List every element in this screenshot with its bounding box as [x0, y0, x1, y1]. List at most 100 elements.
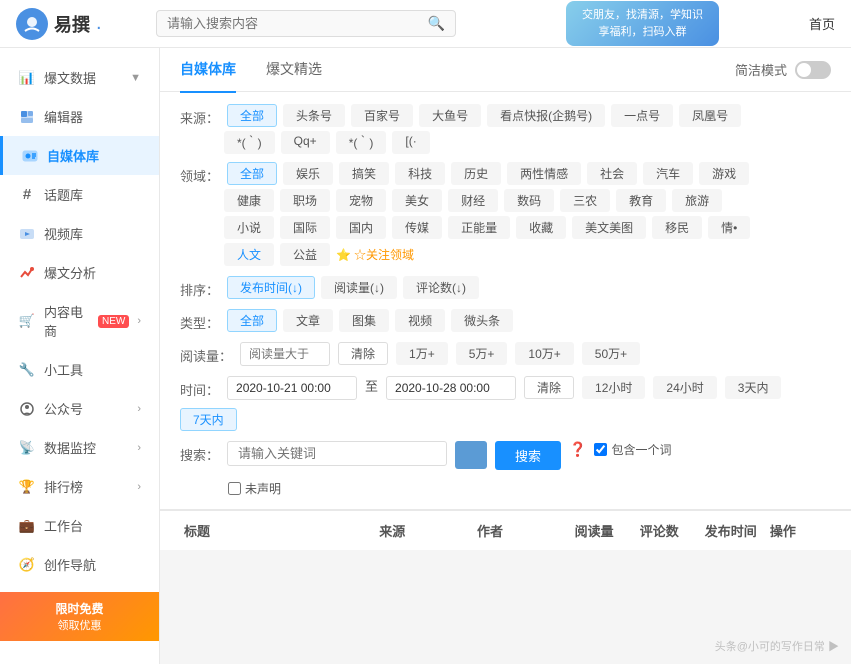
domain-tag-shuma[interactable]: 数码: [504, 189, 554, 212]
read-opt-10w[interactable]: 10万+: [515, 342, 573, 365]
include-one-label[interactable]: 包含一个词: [594, 441, 671, 458]
tab-baowenjingxuan[interactable]: 爆文精选: [266, 48, 322, 93]
content-area: 自媒体库 爆文精选 简洁模式 来源： 全部 头条号 百家号 大鱼号 看点快报(企…: [160, 48, 851, 664]
sidebar-item-label: 公众号: [44, 399, 83, 418]
sidebar-item-neirong[interactable]: 🛒 内容电商 NEW ›: [0, 292, 159, 350]
keyword-input[interactable]: [227, 441, 447, 466]
sidebar-item-baowenfenxi[interactable]: 爆文分析: [0, 253, 159, 292]
type-tag-shipin[interactable]: 视频: [395, 309, 445, 332]
time-start-input[interactable]: [227, 376, 357, 400]
domain-tag-jiankang[interactable]: 健康: [224, 189, 274, 212]
source-tag-kandian[interactable]: 看点快报(企鹅号): [487, 104, 605, 127]
sidebar-item-zimeiti[interactable]: 自媒体库: [0, 136, 159, 175]
domain-tag-lvyou[interactable]: 旅游: [672, 189, 722, 212]
source-tag-extra1[interactable]: *(｀): [224, 131, 275, 154]
domain-tag-gongyi[interactable]: 公益: [280, 243, 330, 266]
header-search-bar[interactable]: 🔍: [156, 10, 456, 37]
header-nav-home[interactable]: 首页: [809, 14, 835, 33]
domain-tag-shehui[interactable]: 社会: [587, 162, 637, 185]
time-opt-24h[interactable]: 24小时: [653, 376, 716, 399]
domain-tag-keji[interactable]: 科技: [395, 162, 445, 185]
domain-tag-qing[interactable]: 情•: [708, 216, 750, 239]
sort-tag-read[interactable]: 阅读量(↓): [321, 276, 397, 299]
source-tag-all[interactable]: 全部: [227, 104, 277, 127]
attent-link[interactable]: ⭐ ☆关注领域: [336, 243, 414, 266]
domain-tag-qiche[interactable]: 汽车: [643, 162, 693, 185]
domain-tag-caijing[interactable]: 财经: [448, 189, 498, 212]
read-opt-1w[interactable]: 1万+: [396, 342, 448, 365]
source-tag-fenghuanghao[interactable]: 凤凰号: [679, 104, 741, 127]
domain-tag-jiaoyu[interactable]: 教育: [616, 189, 666, 212]
time-opt-7d[interactable]: 7天内: [180, 408, 237, 431]
type-tag-weitoutiao[interactable]: 微头条: [451, 309, 513, 332]
source-tag-qq[interactable]: Qq+: [281, 131, 330, 154]
domain-tag-xiaoshuo[interactable]: 小说: [224, 216, 274, 239]
header-search-input[interactable]: [167, 16, 428, 31]
sidebar-item-baowendata[interactable]: 📊 爆文数据 ▼: [0, 58, 159, 97]
domain-tag-renwen[interactable]: 人文: [224, 243, 274, 266]
domain-tag-yimin[interactable]: 移民: [652, 216, 702, 239]
domain-tag-guoji[interactable]: 国际: [280, 216, 330, 239]
sidebar-item-gongzhonghao[interactable]: 公众号 ›: [0, 389, 159, 428]
type-tag-wenzhang[interactable]: 文章: [283, 309, 333, 332]
time-opt-12h[interactable]: 12小时: [582, 376, 645, 399]
sidebar-item-shujujiankong[interactable]: 📡 数据监控 ›: [0, 428, 159, 467]
domain-tag-chongwu[interactable]: 宠物: [336, 189, 386, 212]
help-icon[interactable]: ❓: [569, 441, 586, 458]
read-input[interactable]: [240, 342, 330, 366]
toggle-switch[interactable]: [795, 61, 831, 79]
domain-tag-gaoxiao[interactable]: 搞笑: [339, 162, 389, 185]
source-tag-extra3[interactable]: [(·: [392, 131, 429, 154]
source-tag-baijiahao[interactable]: 百家号: [351, 104, 413, 127]
domain-tag-meiwen[interactable]: 美文美图: [572, 216, 646, 239]
domain-tag-lianxing[interactable]: 两性情感: [507, 162, 581, 185]
domain-tag-shoucang[interactable]: 收藏: [516, 216, 566, 239]
read-opt-5w[interactable]: 5万+: [456, 342, 508, 365]
time-opt-3d[interactable]: 3天内: [725, 376, 782, 399]
domain-label: 领域：: [180, 166, 219, 185]
source-tag-toutiao[interactable]: 头条号: [283, 104, 345, 127]
gongzhonghao-icon: [18, 400, 36, 418]
sidebar-item-huatiku[interactable]: # 话题库: [0, 175, 159, 214]
domain-tag-yule[interactable]: 娱乐: [283, 162, 333, 185]
source-tags2: *(｀) Qq+ *(｀) [(·: [224, 131, 831, 154]
source-tag-extra2[interactable]: *(｀): [336, 131, 387, 154]
domain-tag-sannong[interactable]: 三农: [560, 189, 610, 212]
domain-tag-youxi[interactable]: 游戏: [699, 162, 749, 185]
source-label: 来源：: [180, 108, 219, 127]
search-button[interactable]: 搜索: [495, 441, 561, 470]
search-label: 搜索：: [180, 445, 219, 464]
declare-checkbox[interactable]: [228, 482, 241, 495]
star-icon: ⭐: [336, 248, 351, 262]
domain-tag-chuanmei[interactable]: 传媒: [392, 216, 442, 239]
domain-tags4: 人文 公益 ⭐ ☆关注领域: [224, 243, 831, 266]
domain-tag-zhengnengliag[interactable]: 正能量: [448, 216, 510, 239]
tab-zimeiti[interactable]: 自媒体库: [180, 48, 236, 93]
sidebar-item-gongtaozi[interactable]: 💼 工作台: [0, 506, 159, 545]
source-tag-dayuhao[interactable]: 大鱼号: [419, 104, 481, 127]
read-clear-btn[interactable]: 清除: [338, 342, 388, 365]
sidebar-item-bianjiqui[interactable]: 编辑器: [0, 97, 159, 136]
promo-banner[interactable]: 限时免费 领取优惠: [0, 592, 159, 641]
type-tag-tuji[interactable]: 图集: [339, 309, 389, 332]
source-tag-yidianhao[interactable]: 一点号: [611, 104, 673, 127]
time-clear-btn[interactable]: 清除: [524, 376, 574, 399]
time-end-input[interactable]: [386, 376, 516, 400]
read-opt-50w[interactable]: 50万+: [582, 342, 640, 365]
declare-label[interactable]: 未声明: [228, 480, 281, 497]
domain-tag-guonei[interactable]: 国内: [336, 216, 386, 239]
sort-tag-comment[interactable]: 评论数(↓): [403, 276, 479, 299]
domain-tag-all[interactable]: 全部: [227, 162, 277, 185]
include-one-checkbox[interactable]: [594, 443, 607, 456]
domain-tag-meinv[interactable]: 美女: [392, 189, 442, 212]
sidebar-item-chuangzuodaohang[interactable]: 🧭 创作导航: [0, 545, 159, 584]
domain-tag-zhichang[interactable]: 职场: [280, 189, 330, 212]
domain-tag-lishi[interactable]: 历史: [451, 162, 501, 185]
sidebar-item-xiaogongju[interactable]: 🔧 小工具: [0, 350, 159, 389]
type-tag-all[interactable]: 全部: [227, 309, 277, 332]
sidebar-item-paihangbang[interactable]: 🏆 排行榜 ›: [0, 467, 159, 506]
sort-tags: 发布时间(↓) 阅读量(↓) 评论数(↓): [227, 276, 831, 299]
sidebar-item-shipinku[interactable]: 视频库: [0, 214, 159, 253]
color-block[interactable]: [455, 441, 487, 469]
sort-tag-time[interactable]: 发布时间(↓): [227, 276, 315, 299]
